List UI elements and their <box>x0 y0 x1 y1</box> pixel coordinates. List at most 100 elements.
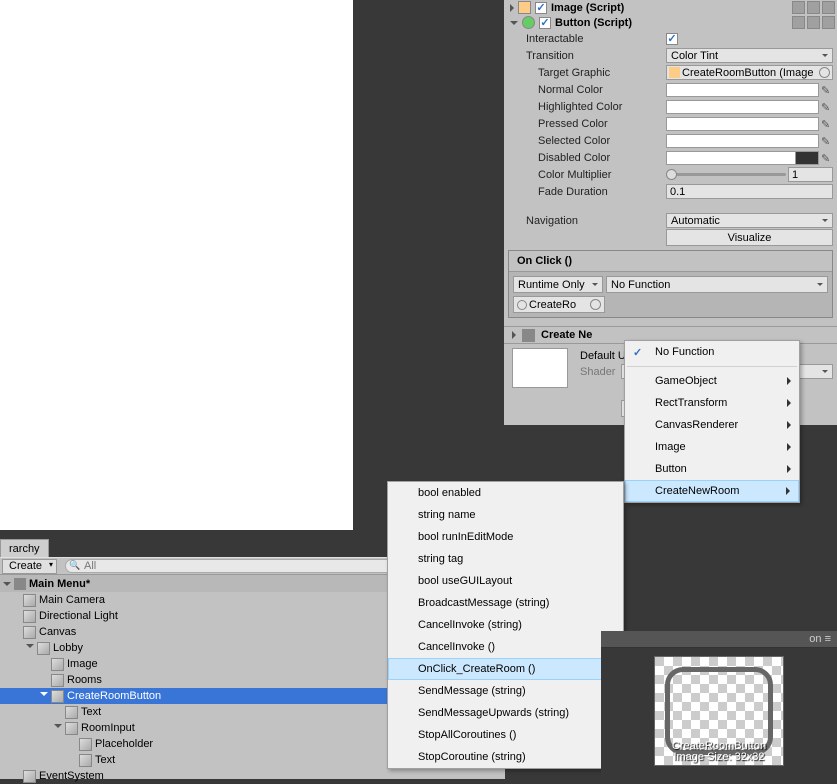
menu-item-label: OnClick_CreateRoom () <box>418 663 535 675</box>
gameobject-icon <box>517 300 527 310</box>
menu-icon[interactable] <box>822 16 835 29</box>
transition-dropdown[interactable]: Color Tint <box>666 48 833 63</box>
menu-item[interactable]: RectTransform <box>625 392 799 414</box>
menu-item[interactable]: string tag <box>388 548 623 570</box>
menu-item[interactable]: Image <box>625 436 799 458</box>
menu-item[interactable]: OnClick_CreateRoom () <box>388 658 623 680</box>
highlighted-color-field[interactable] <box>666 100 819 114</box>
target-graphic-field[interactable]: CreateRoomButton (Image <box>666 65 833 80</box>
runtime-mode-dropdown[interactable]: Runtime Only <box>513 276 603 293</box>
pressed-color-label: Pressed Color <box>526 118 666 130</box>
fade-duration-input[interactable] <box>666 184 833 199</box>
preset-icon[interactable] <box>807 1 820 14</box>
asset-preview-panel: on ≡ CreateRoomButton Image Size: 32x32 <box>601 631 837 779</box>
menu-item-label: CreateNewRoom <box>655 485 739 497</box>
foldout-icon[interactable] <box>40 692 48 700</box>
preset-icon[interactable] <box>807 16 820 29</box>
disabled-color-field[interactable] <box>666 151 819 165</box>
menu-item-label: SendMessageUpwards (string) <box>418 707 569 719</box>
menu-item[interactable]: SendMessage (string) <box>388 680 623 702</box>
foldout-icon[interactable] <box>512 331 516 339</box>
navigation-label: Navigation <box>526 215 666 227</box>
eyedropper-icon[interactable] <box>821 118 833 130</box>
menu-item[interactable]: GameObject <box>625 370 799 392</box>
scene-icon <box>14 578 26 590</box>
preview-header[interactable]: on ≡ <box>809 633 837 645</box>
image-component-title: Image (Script) <box>551 2 788 14</box>
navigation-dropdown[interactable]: Automatic <box>666 213 833 228</box>
menu-item[interactable]: Button <box>625 458 799 480</box>
interactable-checkbox[interactable] <box>666 33 678 45</box>
eyedropper-icon[interactable] <box>821 152 833 164</box>
eyedropper-icon[interactable] <box>821 84 833 96</box>
menu-item[interactable]: bool runInEditMode <box>388 526 623 548</box>
gameobject-icon <box>23 770 36 783</box>
menu-item-label: string tag <box>418 553 463 565</box>
submenu-arrow-icon <box>787 465 791 473</box>
color-multiplier-slider[interactable] <box>666 168 786 182</box>
image-component-header[interactable]: Image (Script) <box>504 0 837 15</box>
menu-item-label: bool useGUILayout <box>418 575 512 587</box>
hierarchy-tab[interactable]: rarchy <box>0 539 49 559</box>
foldout-icon[interactable] <box>3 582 11 586</box>
visualize-button[interactable]: Visualize <box>666 229 833 246</box>
function-list-menu[interactable]: bool enabled string name bool runInEditMod… <box>387 481 624 769</box>
help-icon[interactable] <box>792 16 805 29</box>
selected-color-label: Selected Color <box>526 135 666 147</box>
selected-color-field[interactable] <box>666 134 819 148</box>
object-picker-icon[interactable] <box>819 67 830 78</box>
hierarchy-item-label: RoomInput <box>81 722 135 734</box>
menu-item[interactable]: bool useGUILayout <box>388 570 623 592</box>
menu-item[interactable]: CanvasRenderer <box>625 414 799 436</box>
menu-item-label: StopCoroutine (string) <box>418 751 526 763</box>
submenu-arrow-icon <box>787 421 791 429</box>
foldout-icon[interactable] <box>510 4 514 12</box>
interactable-label: Interactable <box>526 33 666 45</box>
hierarchy-item-label: Lobby <box>53 642 83 654</box>
gameobject-icon <box>23 594 36 607</box>
menu-item[interactable]: CreateNewRoom <box>625 480 799 502</box>
menu-item[interactable]: CancelInvoke (string) <box>388 614 623 636</box>
pressed-color-field[interactable] <box>666 117 819 131</box>
function-category-menu[interactable]: ✓No Function GameObject RectTransform Canva… <box>624 340 800 503</box>
menu-item-label: Button <box>655 463 687 475</box>
function-dropdown[interactable]: No Function <box>606 276 828 293</box>
hierarchy-item-label: Rooms <box>67 674 102 686</box>
menu-item[interactable]: StopCoroutine (string) <box>388 746 623 768</box>
menu-item-label: string name <box>418 509 475 521</box>
create-dropdown[interactable]: Create <box>2 559 57 574</box>
image-enabled-checkbox[interactable] <box>535 2 547 14</box>
menu-item[interactable]: CancelInvoke () <box>388 636 623 658</box>
color-multiplier-input[interactable] <box>788 167 833 182</box>
menu-item[interactable]: bool enabled <box>388 482 623 504</box>
menu-item[interactable]: BroadcastMessage (string) <box>388 592 623 614</box>
menu-item[interactable]: ✓No Function <box>625 341 799 363</box>
help-icon[interactable] <box>792 1 805 14</box>
scene-viewport[interactable] <box>0 0 353 530</box>
hierarchy-item-label: CreateRoomButton <box>67 690 161 702</box>
foldout-icon[interactable] <box>54 724 62 732</box>
menu-item[interactable]: StopAllCoroutines () <box>388 724 623 746</box>
foldout-icon[interactable] <box>510 21 518 25</box>
object-picker-icon[interactable] <box>590 299 601 310</box>
eyedropper-icon[interactable] <box>821 101 833 113</box>
menu-item-label: CancelInvoke () <box>418 641 495 653</box>
menu-item-label: RectTransform <box>655 397 727 409</box>
event-object-field[interactable]: CreateRo <box>513 296 605 313</box>
menu-item[interactable]: string name <box>388 504 623 526</box>
foldout-icon[interactable] <box>26 644 34 652</box>
menu-item-label: SendMessage (string) <box>418 685 526 697</box>
hierarchy-item-label: Placeholder <box>95 738 153 750</box>
button-component-header[interactable]: Button (Script) <box>504 15 837 30</box>
menu-item-label: StopAllCoroutines () <box>418 729 516 741</box>
normal-color-field[interactable] <box>666 83 819 97</box>
button-enabled-checkbox[interactable] <box>539 17 551 29</box>
eyedropper-icon[interactable] <box>821 135 833 147</box>
menu-item-label: Image <box>655 441 686 453</box>
hierarchy-item[interactable]: EventSystem <box>0 768 505 784</box>
asset-thumbnail: CreateRoomButton Image Size: 32x32 <box>654 656 784 766</box>
menu-item[interactable]: SendMessageUpwards (string) <box>388 702 623 724</box>
highlighted-color-label: Highlighted Color <box>526 101 666 113</box>
hierarchy-item-label: Canvas <box>39 626 76 638</box>
menu-icon[interactable] <box>822 1 835 14</box>
